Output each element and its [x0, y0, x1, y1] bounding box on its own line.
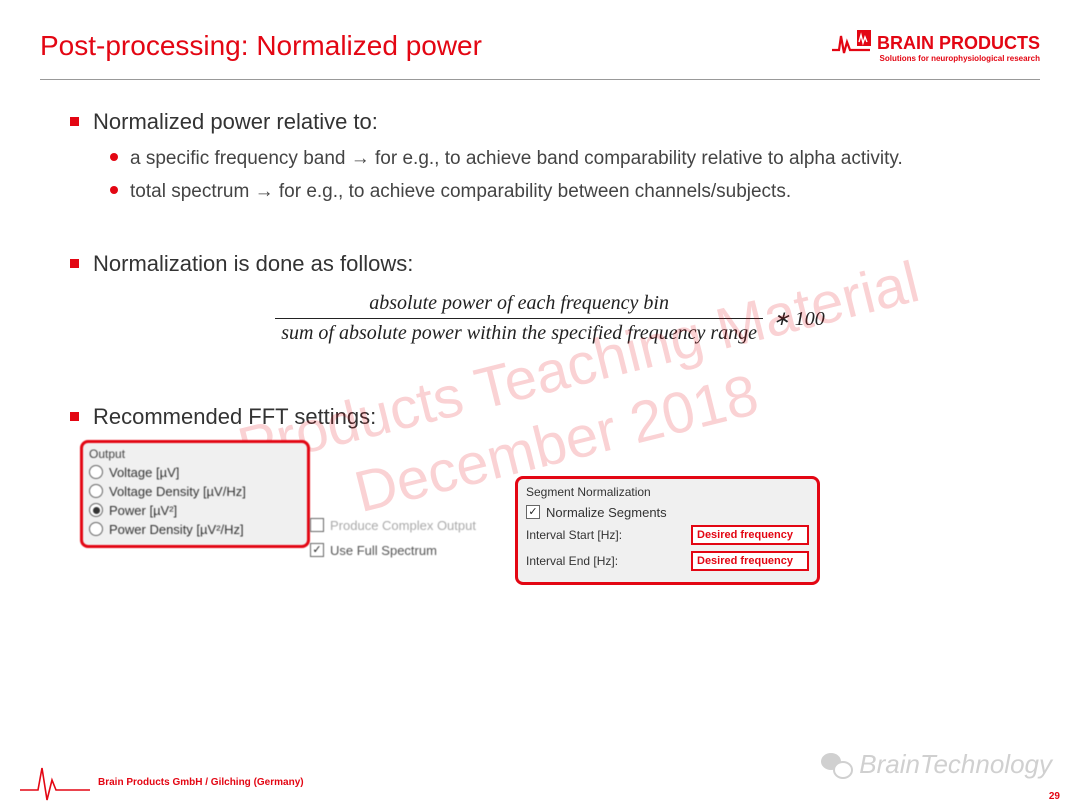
interval-end-field[interactable]: Desired frequency [691, 551, 809, 571]
subbullet-icon [110, 186, 118, 194]
checkbox-use-full-spectrum[interactable] [310, 543, 324, 557]
radio-voltage-density[interactable] [89, 484, 103, 498]
radio-label: Voltage [µV] [109, 465, 179, 480]
radio-voltage[interactable] [89, 465, 103, 479]
bullet-icon [70, 259, 79, 268]
radio-power-density[interactable] [89, 522, 103, 536]
brand-text: BRAIN PRODUCTS [877, 33, 1040, 54]
checkbox-label: Use Full Spectrum [330, 543, 437, 558]
slide-title: Post-processing: Normalized power [40, 30, 482, 62]
subbullet-text: total spectrum → for e.g., to achieve co… [130, 178, 791, 206]
radio-power[interactable] [89, 503, 103, 517]
checkbox-label: Produce Complex Output [330, 518, 476, 533]
interval-start-label: Interval Start [Hz]: [526, 528, 622, 542]
page-number: 29 [1049, 791, 1060, 802]
footer-company: Brain Products GmbH / Gilching (Germany) [98, 777, 304, 788]
output-legend: Output [89, 447, 301, 461]
output-panel: Output Voltage [µV] Voltage Density [µV/… [80, 440, 310, 548]
checkbox-label: Normalize Segments [546, 505, 667, 520]
bullet-icon [70, 117, 79, 126]
checkbox-produce-complex[interactable] [310, 518, 324, 532]
bullet-text: Recommended FFT settings: [93, 403, 376, 432]
formula: absolute power of each frequency bin sum… [70, 292, 1030, 345]
segment-normalization-panel: Segment Normalization Normalize Segments… [515, 476, 820, 585]
formula-tail: ∗ 100 [773, 306, 825, 331]
spectrum-options: Produce Complex Output Use Full Spectrum [310, 516, 510, 560]
bullet-text: Normalized power relative to: [93, 108, 378, 137]
bullet-text: Normalization is done as follows: [93, 250, 413, 279]
interval-start-field[interactable]: Desired frequency [691, 525, 809, 545]
formula-numerator: absolute power of each frequency bin [363, 292, 675, 318]
interval-end-label: Interval End [Hz]: [526, 554, 618, 568]
checkbox-normalize-segments[interactable] [526, 505, 540, 519]
fft-settings-group: Output Voltage [µV] Voltage Density [µV/… [80, 440, 1030, 605]
radio-label: Power [µV²] [109, 503, 177, 518]
footer-pulse-icon [20, 762, 90, 802]
brand-wave-icon [831, 30, 871, 56]
seg-legend: Segment Normalization [526, 485, 809, 499]
formula-denominator: sum of absolute power within the specifi… [275, 318, 763, 345]
bullet-icon [70, 412, 79, 421]
brand-logo: BRAIN PRODUCTS Solutions for neurophysio… [831, 30, 1040, 63]
subbullet-text: a specific frequency band → for e.g., to… [130, 145, 903, 173]
radio-label: Power Density [µV²/Hz] [109, 522, 244, 537]
radio-label: Voltage Density [µV/Hz] [109, 484, 246, 499]
subbullet-icon [110, 153, 118, 161]
